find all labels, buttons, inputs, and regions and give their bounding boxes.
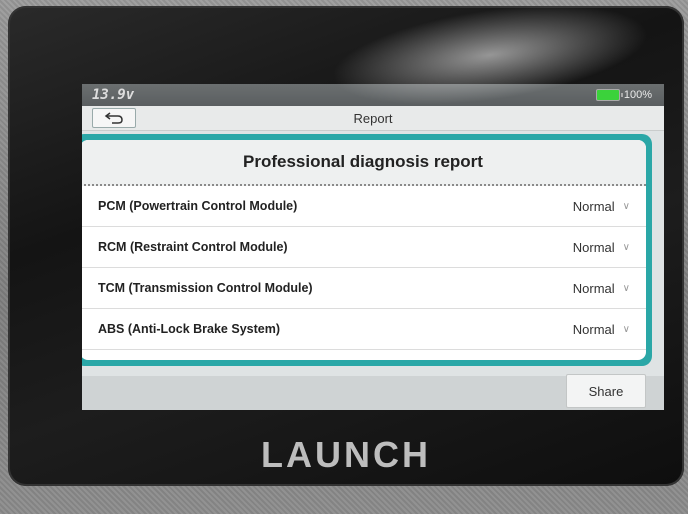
screen: 13.9v 100% Report Professional diagnosis…	[82, 84, 664, 410]
title-bar: Report	[82, 106, 664, 131]
report-heading-bar: Professional diagnosis report	[82, 140, 646, 186]
battery-indicator: 100%	[595, 89, 652, 101]
module-row-abs[interactable]: ABS (Anti-Lock Brake System) Normal ∨	[82, 309, 646, 350]
module-status: Normal ∨	[573, 322, 630, 337]
chevron-down-icon: ∨	[622, 282, 630, 294]
report-panel: Professional diagnosis report PCM (Power…	[82, 134, 652, 366]
module-status: Normal ∨	[573, 240, 630, 255]
brand-logo: LAUNCH	[261, 434, 431, 475]
status-text: Normal	[572, 239, 615, 255]
module-status: Normal ∨	[573, 281, 630, 296]
module-row-rcm[interactable]: RCM (Restraint Control Module) Normal ∨	[82, 227, 646, 268]
status-bar: 13.9v 100%	[82, 84, 664, 106]
battery-percent: 100%	[623, 89, 652, 101]
module-name: PCM (Powertrain Control Module)	[98, 199, 298, 213]
page-title: Report	[353, 111, 393, 126]
module-row-tcm[interactable]: TCM (Transmission Control Module) Normal…	[82, 268, 646, 309]
chevron-down-icon: ∨	[622, 200, 630, 212]
module-name: ABS (Anti-Lock Brake System)	[98, 322, 280, 336]
battery-icon	[595, 89, 623, 101]
share-button[interactable]: Share	[566, 374, 646, 408]
module-row-pcm[interactable]: PCM (Powertrain Control Module) Normal ∨	[82, 186, 646, 227]
report-card: Professional diagnosis report PCM (Power…	[82, 140, 646, 360]
module-name: RCM (Restraint Control Module)	[98, 240, 288, 254]
status-text: Normal	[572, 198, 615, 214]
chevron-down-icon: ∨	[622, 323, 630, 335]
report-heading: Professional diagnosis report	[243, 152, 483, 171]
module-name: TCM (Transmission Control Module)	[98, 281, 313, 295]
status-text: Normal	[572, 280, 615, 296]
module-status: Normal ∨	[573, 199, 630, 214]
chevron-down-icon: ∨	[622, 241, 630, 253]
voltage-readout: 13.9v	[92, 87, 135, 103]
status-text: Normal	[572, 321, 615, 337]
